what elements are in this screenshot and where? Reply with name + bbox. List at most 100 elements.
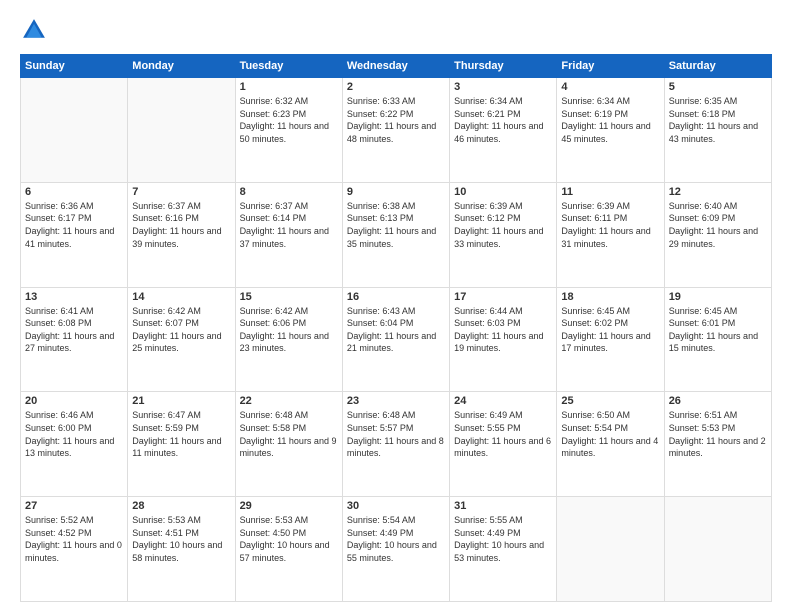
day-number: 4: [561, 81, 659, 93]
week-row-3: 20 Sunrise: 6:46 AM Sunset: 6:00 PM Dayli…: [21, 392, 772, 497]
day-number: 24: [454, 395, 552, 407]
day-number: 21: [132, 395, 230, 407]
day-number: 16: [347, 291, 445, 303]
cell-info: Sunrise: 6:43 AM Sunset: 6:04 PM Dayligh…: [347, 305, 445, 355]
weekday-header-monday: Monday: [128, 55, 235, 78]
day-number: 7: [132, 186, 230, 198]
cell-info: Sunrise: 6:41 AM Sunset: 6:08 PM Dayligh…: [25, 305, 123, 355]
day-number: 29: [240, 500, 338, 512]
calendar-cell: 20 Sunrise: 6:46 AM Sunset: 6:00 PM Dayli…: [21, 392, 128, 497]
day-number: 20: [25, 395, 123, 407]
calendar-cell: 6Sunrise: 6:36 AM Sunset: 6:17 PM Daylig…: [21, 182, 128, 287]
day-number: 3: [454, 81, 552, 93]
calendar-cell: 9 Sunrise: 6:38 AM Sunset: 6:13 PM Daylig…: [342, 182, 449, 287]
calendar-cell: 23 Sunrise: 6:48 AM Sunset: 5:57 PM Dayli…: [342, 392, 449, 497]
week-row-4: 27 Sunrise: 5:52 AM Sunset: 4:52 PM Dayli…: [21, 497, 772, 602]
day-number: 12: [669, 186, 767, 198]
weekday-header-wednesday: Wednesday: [342, 55, 449, 78]
cell-info: Sunrise: 6:34 AM Sunset: 6:21 PM Dayligh…: [454, 95, 552, 145]
calendar-cell: 31Sunrise: 5:55 AM Sunset: 4:49 PM Dayli…: [450, 497, 557, 602]
calendar-cell: 5 Sunrise: 6:35 AM Sunset: 6:18 PM Daylig…: [664, 78, 771, 183]
cell-info: Sunrise: 6:45 AM Sunset: 6:01 PM Dayligh…: [669, 305, 767, 355]
day-number: 22: [240, 395, 338, 407]
day-number: 10: [454, 186, 552, 198]
cell-info: Sunrise: 6:44 AM Sunset: 6:03 PM Dayligh…: [454, 305, 552, 355]
calendar-cell: 29 Sunrise: 5:53 AM Sunset: 4:50 PM Dayli…: [235, 497, 342, 602]
calendar-cell: 11 Sunrise: 6:39 AM Sunset: 6:11 PM Dayli…: [557, 182, 664, 287]
calendar-cell: 21 Sunrise: 6:47 AM Sunset: 5:59 PM Dayli…: [128, 392, 235, 497]
cell-info: Sunrise: 6:33 AM Sunset: 6:22 PM Dayligh…: [347, 95, 445, 145]
week-row-0: 1Sunrise: 6:32 AM Sunset: 6:23 PM Daylig…: [21, 78, 772, 183]
day-number: 27: [25, 500, 123, 512]
day-number: 26: [669, 395, 767, 407]
calendar-cell: 13Sunrise: 6:41 AM Sunset: 6:08 PM Dayli…: [21, 287, 128, 392]
weekday-header-tuesday: Tuesday: [235, 55, 342, 78]
calendar-cell: 28 Sunrise: 5:53 AM Sunset: 4:51 PM Dayli…: [128, 497, 235, 602]
calendar-table: SundayMondayTuesdayWednesdayThursdayFrid…: [20, 54, 772, 602]
day-number: 5: [669, 81, 767, 93]
calendar-cell: 18 Sunrise: 6:45 AM Sunset: 6:02 PM Dayli…: [557, 287, 664, 392]
day-number: 25: [561, 395, 659, 407]
calendar-cell: 2 Sunrise: 6:33 AM Sunset: 6:22 PM Daylig…: [342, 78, 449, 183]
calendar-cell: [557, 497, 664, 602]
cell-info: Sunrise: 6:42 AM Sunset: 6:06 PM Dayligh…: [240, 305, 338, 355]
calendar-cell: 19 Sunrise: 6:45 AM Sunset: 6:01 PM Dayli…: [664, 287, 771, 392]
cell-info: Sunrise: 6:34 AM Sunset: 6:19 PM Dayligh…: [561, 95, 659, 145]
cell-info: Sunrise: 6:46 AM Sunset: 6:00 PM Dayligh…: [25, 409, 123, 459]
cell-info: Sunrise: 6:50 AM Sunset: 5:54 PM Dayligh…: [561, 409, 659, 459]
day-number: 9: [347, 186, 445, 198]
weekday-header-row: SundayMondayTuesdayWednesdayThursdayFrid…: [21, 55, 772, 78]
calendar-cell: 22 Sunrise: 6:48 AM Sunset: 5:58 PM Dayli…: [235, 392, 342, 497]
calendar-cell: 17 Sunrise: 6:44 AM Sunset: 6:03 PM Dayli…: [450, 287, 557, 392]
day-number: 19: [669, 291, 767, 303]
cell-info: Sunrise: 6:39 AM Sunset: 6:12 PM Dayligh…: [454, 200, 552, 250]
cell-info: Sunrise: 6:48 AM Sunset: 5:58 PM Dayligh…: [240, 409, 338, 459]
day-number: 11: [561, 186, 659, 198]
cell-info: Sunrise: 5:53 AM Sunset: 4:50 PM Dayligh…: [240, 514, 338, 564]
cell-info: Sunrise: 6:51 AM Sunset: 5:53 PM Dayligh…: [669, 409, 767, 459]
day-number: 2: [347, 81, 445, 93]
cell-info: Sunrise: 6:40 AM Sunset: 6:09 PM Dayligh…: [669, 200, 767, 250]
calendar-cell: 10 Sunrise: 6:39 AM Sunset: 6:12 PM Dayli…: [450, 182, 557, 287]
cell-info: Sunrise: 6:45 AM Sunset: 6:02 PM Dayligh…: [561, 305, 659, 355]
cell-info: Sunrise: 6:36 AM Sunset: 6:17 PM Dayligh…: [25, 200, 123, 250]
cell-info: Sunrise: 6:47 AM Sunset: 5:59 PM Dayligh…: [132, 409, 230, 459]
cell-info: Sunrise: 5:54 AM Sunset: 4:49 PM Dayligh…: [347, 514, 445, 564]
calendar-cell: 24 Sunrise: 6:49 AM Sunset: 5:55 PM Dayli…: [450, 392, 557, 497]
calendar-cell: 26 Sunrise: 6:51 AM Sunset: 5:53 PM Dayli…: [664, 392, 771, 497]
header: [20, 16, 772, 44]
calendar-cell: 8 Sunrise: 6:37 AM Sunset: 6:14 PM Daylig…: [235, 182, 342, 287]
cell-info: Sunrise: 6:48 AM Sunset: 5:57 PM Dayligh…: [347, 409, 445, 459]
cell-info: Sunrise: 6:49 AM Sunset: 5:55 PM Dayligh…: [454, 409, 552, 459]
cell-info: Sunrise: 6:42 AM Sunset: 6:07 PM Dayligh…: [132, 305, 230, 355]
calendar-cell: 30 Sunrise: 5:54 AM Sunset: 4:49 PM Dayli…: [342, 497, 449, 602]
weekday-header-sunday: Sunday: [21, 55, 128, 78]
day-number: 1: [240, 81, 338, 93]
calendar-cell: [21, 78, 128, 183]
weekday-header-saturday: Saturday: [664, 55, 771, 78]
day-number: 28: [132, 500, 230, 512]
day-number: 17: [454, 291, 552, 303]
day-number: 30: [347, 500, 445, 512]
cell-info: Sunrise: 5:53 AM Sunset: 4:51 PM Dayligh…: [132, 514, 230, 564]
cell-info: Sunrise: 5:55 AM Sunset: 4:49 PM Dayligh…: [454, 514, 552, 564]
logo-icon: [20, 16, 48, 44]
day-number: 23: [347, 395, 445, 407]
cell-info: Sunrise: 6:37 AM Sunset: 6:16 PM Dayligh…: [132, 200, 230, 250]
cell-info: Sunrise: 6:35 AM Sunset: 6:18 PM Dayligh…: [669, 95, 767, 145]
cell-info: Sunrise: 6:37 AM Sunset: 6:14 PM Dayligh…: [240, 200, 338, 250]
day-number: 8: [240, 186, 338, 198]
week-row-2: 13Sunrise: 6:41 AM Sunset: 6:08 PM Dayli…: [21, 287, 772, 392]
cell-info: Sunrise: 6:39 AM Sunset: 6:11 PM Dayligh…: [561, 200, 659, 250]
week-row-1: 6Sunrise: 6:36 AM Sunset: 6:17 PM Daylig…: [21, 182, 772, 287]
calendar-cell: 14Sunrise: 6:42 AM Sunset: 6:07 PM Dayli…: [128, 287, 235, 392]
calendar-cell: 1Sunrise: 6:32 AM Sunset: 6:23 PM Daylig…: [235, 78, 342, 183]
calendar-cell: 16 Sunrise: 6:43 AM Sunset: 6:04 PM Dayli…: [342, 287, 449, 392]
weekday-header-thursday: Thursday: [450, 55, 557, 78]
day-number: 18: [561, 291, 659, 303]
page: SundayMondayTuesdayWednesdayThursdayFrid…: [0, 0, 792, 612]
calendar-cell: 15Sunrise: 6:42 AM Sunset: 6:06 PM Dayli…: [235, 287, 342, 392]
calendar-cell: [664, 497, 771, 602]
cell-info: Sunrise: 6:38 AM Sunset: 6:13 PM Dayligh…: [347, 200, 445, 250]
cell-info: Sunrise: 5:52 AM Sunset: 4:52 PM Dayligh…: [25, 514, 123, 564]
